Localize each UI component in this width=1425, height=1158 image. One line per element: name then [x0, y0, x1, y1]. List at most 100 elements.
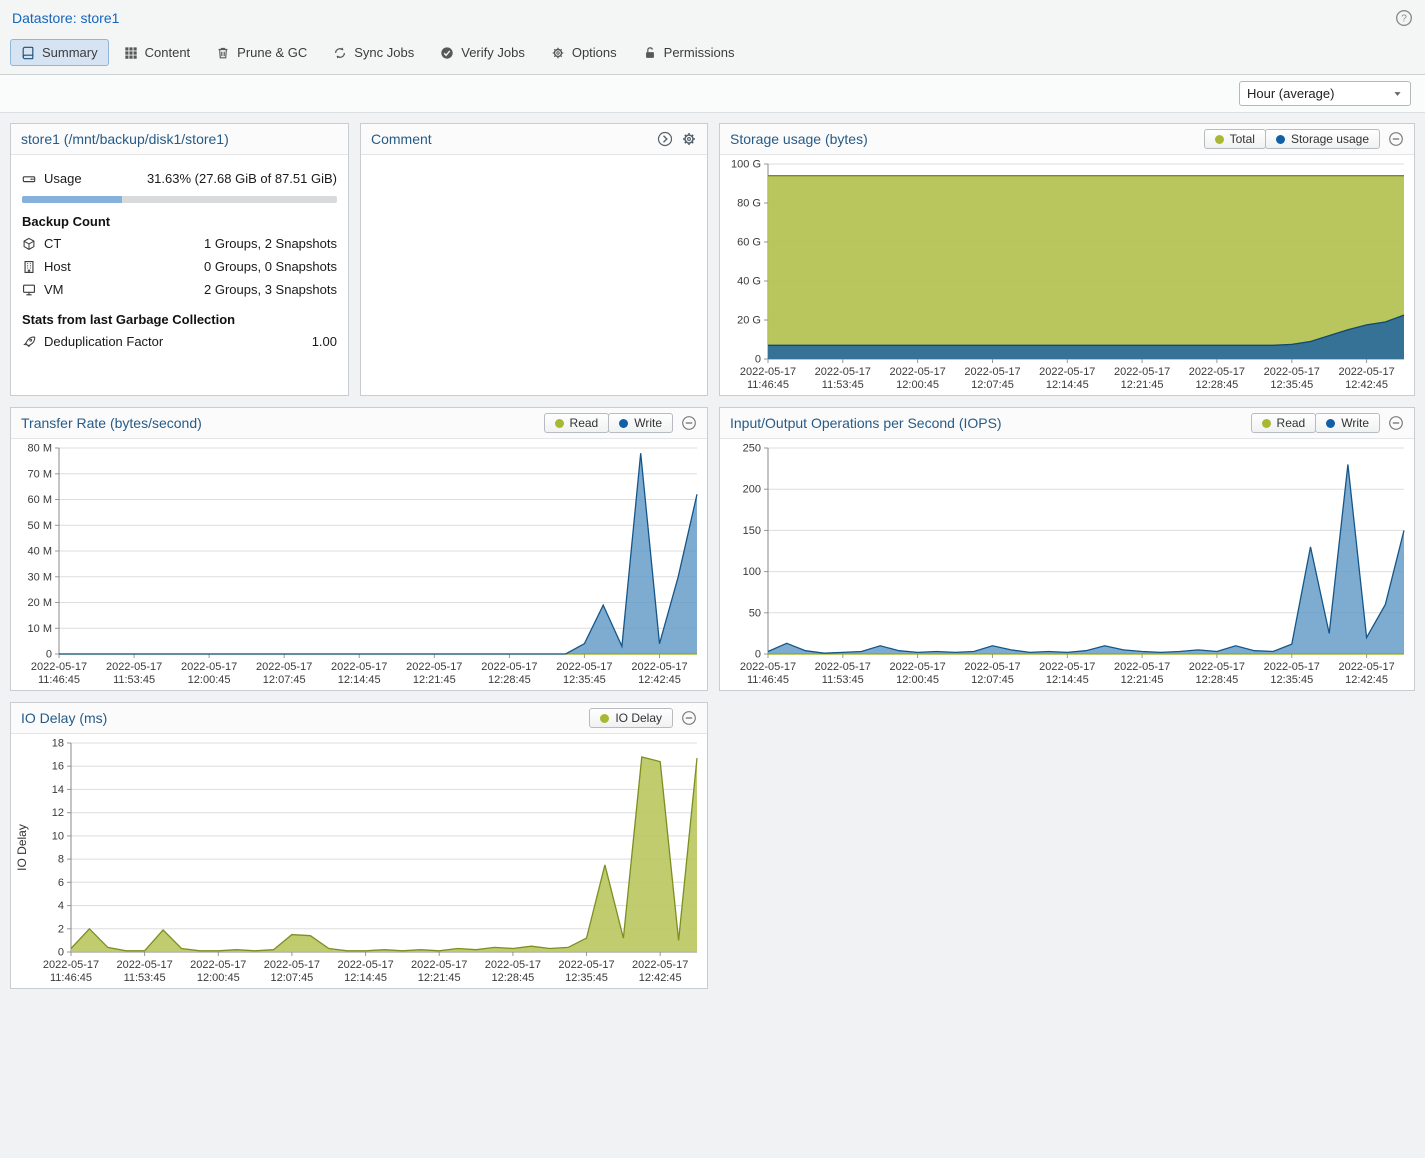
legend-total[interactable]: Total — [1204, 129, 1266, 149]
check-circle-icon — [440, 46, 454, 60]
svg-text:2022-05-17: 2022-05-17 — [889, 661, 945, 673]
svg-text:150: 150 — [743, 525, 761, 537]
desktop-icon — [22, 283, 36, 297]
svg-text:12:28:45: 12:28:45 — [491, 972, 534, 984]
grid-icon — [124, 46, 138, 60]
stat-label: Deduplication Factor — [44, 334, 163, 349]
svg-text:12: 12 — [52, 807, 64, 819]
backup-count-heading: Backup Count — [22, 214, 337, 229]
collapse-icon[interactable] — [681, 415, 697, 431]
svg-text:IO Delay: IO Delay — [15, 824, 29, 871]
svg-text:12:14:45: 12:14:45 — [338, 674, 381, 686]
usage-row: Usage 31.63% (27.68 GiB of 87.51 GiB) — [22, 167, 337, 190]
stat-value: 0 Groups, 0 Snapshots — [204, 259, 337, 274]
svg-text:6: 6 — [58, 877, 64, 889]
tab-label: Verify Jobs — [461, 45, 525, 60]
collapse-icon[interactable] — [681, 710, 697, 726]
legend-storage-usage[interactable]: Storage usage — [1265, 129, 1380, 149]
tab-verify-jobs[interactable]: Verify Jobs — [429, 39, 536, 66]
tab-content[interactable]: Content — [113, 39, 202, 66]
cube-icon — [22, 237, 36, 251]
page: Datastore: store1 ? SummaryContentPrune … — [0, 0, 1425, 999]
stat-row: CT1 Groups, 2 Snapshots — [22, 232, 337, 255]
svg-text:2022-05-17: 2022-05-17 — [964, 661, 1020, 673]
tab-label: Sync Jobs — [354, 45, 414, 60]
gc-stats-heading: Stats from last Garbage Collection — [22, 312, 337, 327]
transfer-rate-legend: ReadWrite — [544, 413, 673, 433]
building-icon — [22, 260, 36, 274]
svg-text:2022-05-17: 2022-05-17 — [411, 959, 467, 971]
svg-text:18: 18 — [52, 738, 64, 750]
tab-permissions[interactable]: Permissions — [632, 39, 746, 66]
svg-text:60 M: 60 M — [28, 494, 52, 506]
legend-write[interactable]: Write — [608, 413, 673, 433]
stat-label: VM — [44, 282, 64, 297]
trash-icon — [216, 46, 230, 60]
svg-text:2022-05-17: 2022-05-17 — [740, 366, 796, 378]
svg-text:11:46:45: 11:46:45 — [747, 379, 789, 391]
svg-text:100: 100 — [743, 566, 761, 578]
expand-chevron-icon[interactable] — [657, 131, 673, 147]
help-icon[interactable]: ? — [1395, 9, 1413, 27]
iops-legend: ReadWrite — [1251, 413, 1380, 433]
svg-text:12:35:45: 12:35:45 — [563, 674, 606, 686]
svg-text:11:46:45: 11:46:45 — [38, 674, 80, 686]
panel-header: Comment — [361, 124, 707, 155]
svg-text:?: ? — [1401, 14, 1407, 25]
svg-text:12:42:45: 12:42:45 — [1345, 674, 1388, 686]
legend-read[interactable]: Read — [1251, 413, 1317, 433]
iops-chart-title: Input/Output Operations per Second (IOPS… — [730, 415, 1243, 431]
svg-text:80 M: 80 M — [28, 443, 52, 455]
svg-text:12:07:45: 12:07:45 — [270, 972, 313, 984]
svg-text:2022-05-17: 2022-05-17 — [1189, 366, 1245, 378]
comment-body[interactable] — [361, 155, 707, 395]
svg-text:8: 8 — [58, 854, 64, 866]
svg-text:12:07:45: 12:07:45 — [263, 674, 306, 686]
svg-text:2022-05-17: 2022-05-17 — [556, 661, 612, 673]
hdd-icon — [22, 172, 36, 186]
svg-text:12:35:45: 12:35:45 — [1270, 379, 1313, 391]
svg-text:10 M: 10 M — [28, 623, 52, 635]
edit-settings-gear-icon[interactable] — [681, 131, 697, 147]
stat-label: Host — [44, 259, 71, 274]
svg-text:2022-05-17: 2022-05-17 — [1338, 366, 1394, 378]
svg-text:12:00:45: 12:00:45 — [188, 674, 231, 686]
legend-read[interactable]: Read — [544, 413, 610, 433]
svg-text:2022-05-17: 2022-05-17 — [31, 661, 87, 673]
svg-text:2022-05-17: 2022-05-17 — [485, 959, 541, 971]
timeframe-select[interactable]: Hour (average) — [1239, 81, 1411, 106]
svg-text:0: 0 — [46, 649, 52, 661]
comment-panel-title: Comment — [371, 131, 649, 147]
svg-text:2022-05-17: 2022-05-17 — [815, 661, 871, 673]
legend-dot-icon — [1326, 419, 1335, 428]
svg-text:12:35:45: 12:35:45 — [565, 972, 608, 984]
tab-options[interactable]: Options — [540, 39, 628, 66]
tab-sync-jobs[interactable]: Sync Jobs — [322, 39, 425, 66]
tab-prune-gc[interactable]: Prune & GC — [205, 39, 318, 66]
svg-text:50: 50 — [749, 607, 761, 619]
usage-label: Usage — [44, 171, 82, 186]
collapse-icon[interactable] — [1388, 415, 1404, 431]
svg-text:12:28:45: 12:28:45 — [488, 674, 531, 686]
legend-write[interactable]: Write — [1315, 413, 1380, 433]
io-delay-chart-title: IO Delay (ms) — [21, 710, 581, 726]
tab-summary[interactable]: Summary — [10, 39, 109, 66]
svg-text:12:07:45: 12:07:45 — [971, 379, 1014, 391]
datastore-panel-title: store1 (/mnt/backup/disk1/store1) — [21, 131, 338, 147]
io-delay-panel: IO Delay (ms) IO Delay 02468101214161820… — [10, 702, 708, 989]
panel-header: IO Delay (ms) IO Delay — [11, 703, 707, 734]
stat-value: 1 Groups, 2 Snapshots — [204, 236, 337, 251]
stat-row: VM2 Groups, 3 Snapshots — [22, 278, 337, 301]
backup-count-rows: CT1 Groups, 2 Snapshots Host 0 Groups, 0 S… — [22, 232, 337, 301]
svg-text:12:42:45: 12:42:45 — [1345, 379, 1388, 391]
svg-text:12:14:45: 12:14:45 — [344, 972, 387, 984]
collapse-icon[interactable] — [1388, 131, 1404, 147]
svg-text:12:00:45: 12:00:45 — [896, 674, 939, 686]
tab-label: Options — [572, 45, 617, 60]
svg-text:0: 0 — [755, 649, 761, 661]
usage-progress-bar — [22, 196, 337, 203]
tab-label: Summary — [42, 45, 98, 60]
svg-text:2022-05-17: 2022-05-17 — [1264, 661, 1320, 673]
legend-io-delay[interactable]: IO Delay — [589, 708, 673, 728]
svg-text:70 M: 70 M — [28, 468, 52, 480]
